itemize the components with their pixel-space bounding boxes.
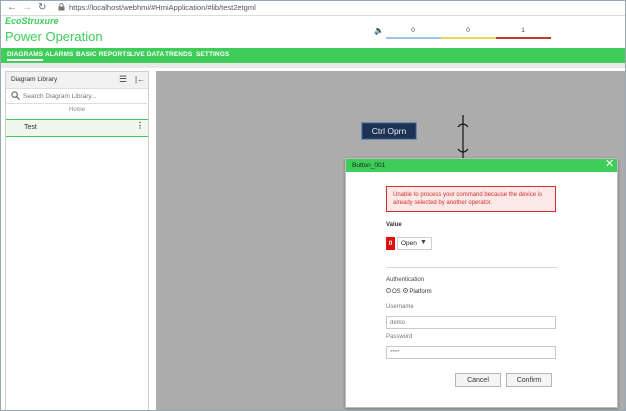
alarm-bar-high: [496, 37, 551, 39]
close-icon[interactable]: ✕: [605, 158, 614, 171]
alarm-summary[interactable]: 🔈 0 0 1: [372, 25, 552, 41]
search-input[interactable]: [23, 91, 141, 101]
password-field[interactable]: [386, 346, 556, 359]
ctrl-oprn-button[interactable]: Ctrl Oprn: [361, 122, 417, 140]
nav-alarms[interactable]: ALARMS: [45, 51, 73, 58]
more-vertical-icon[interactable]: ⋮: [136, 122, 144, 130]
reload-icon[interactable]: ↻: [38, 2, 46, 14]
error-message: Unable to process your command because t…: [386, 186, 556, 212]
search-icon: [11, 91, 20, 100]
authentication-label: Authentication: [386, 277, 425, 283]
app-window: ← → ↻ https://localhost/webhmi/#HmiAppli…: [0, 0, 626, 411]
divider: [386, 267, 558, 268]
brand-logo: EcoStruxure Power Operation: [5, 16, 103, 44]
nav-diagrams[interactable]: DIAGRAMS: [7, 51, 44, 61]
chevron-down-icon[interactable]: ▼: [420, 239, 427, 246]
value-state-badge: 0: [386, 237, 395, 250]
command-dialog: Button_001 ✕ Unable to process your comm…: [345, 158, 618, 408]
username-label: Username: [386, 304, 414, 310]
nav-basic-reports[interactable]: BASIC REPORTS: [76, 51, 131, 58]
search-box: [7, 89, 147, 104]
app-title: Power Operation: [5, 29, 103, 44]
browser-address-bar: ← → ↻ https://localhost/webhmi/#HmiAppli…: [1, 1, 625, 16]
url-text[interactable]: https://localhost/webhmi/#HmiApplication…: [69, 3, 256, 12]
forward-arrow-icon[interactable]: →: [22, 2, 32, 14]
back-arrow-icon[interactable]: ←: [7, 2, 17, 14]
sub-toolbar: [1, 63, 625, 68]
username-field[interactable]: [386, 316, 556, 329]
value-selected-text: Open: [401, 240, 417, 247]
alarm-bar-low: [386, 37, 441, 39]
password-label: Password: [386, 334, 413, 340]
list-item[interactable]: Test ⋮: [6, 119, 148, 137]
dialog-header: Button_001 ✕: [346, 158, 617, 172]
confirm-button[interactable]: Confirm: [506, 373, 552, 387]
collapse-panel-icon[interactable]: |←: [135, 75, 145, 84]
alarm-count-high: 1: [521, 27, 525, 34]
cancel-button[interactable]: Cancel: [455, 373, 501, 387]
lock-icon: [58, 3, 65, 11]
radio-os[interactable]: [386, 288, 391, 293]
diagram-library-panel: Diagram Library ☰ |← Home Test ⋮: [5, 71, 149, 410]
nav-settings[interactable]: SETTINGS: [196, 51, 229, 58]
alarm-bar-medium: [441, 37, 496, 39]
breadcrumb-home[interactable]: Home: [6, 107, 148, 113]
alarm-count-medium: 0: [466, 27, 470, 34]
list-item-label: Test: [24, 124, 37, 131]
radio-platform-label: Platform: [409, 289, 432, 296]
main-nav: DIAGRAMS ALARMS BASIC REPORTS LIVE DATA …: [1, 48, 625, 63]
ecostruxure-logo: EcoStruxure: [5, 16, 59, 26]
nav-trends[interactable]: TRENDS: [165, 51, 192, 58]
speaker-icon[interactable]: 🔈: [374, 26, 384, 35]
auth-radio-group: OS Platform: [386, 288, 432, 296]
nav-live-data[interactable]: LIVE DATA: [130, 51, 164, 58]
value-label: Value: [386, 222, 402, 228]
radio-platform[interactable]: [403, 288, 409, 293]
radio-os-label: OS: [392, 289, 401, 296]
panel-title: Diagram Library: [11, 76, 58, 83]
alarm-count-low: 0: [411, 27, 415, 34]
menu-icon[interactable]: ☰: [119, 75, 127, 84]
dialog-title: Button_001: [352, 162, 386, 169]
breaker-switch-symbol[interactable]: [453, 115, 473, 161]
panel-header: Diagram Library ☰ |←: [6, 72, 148, 89]
